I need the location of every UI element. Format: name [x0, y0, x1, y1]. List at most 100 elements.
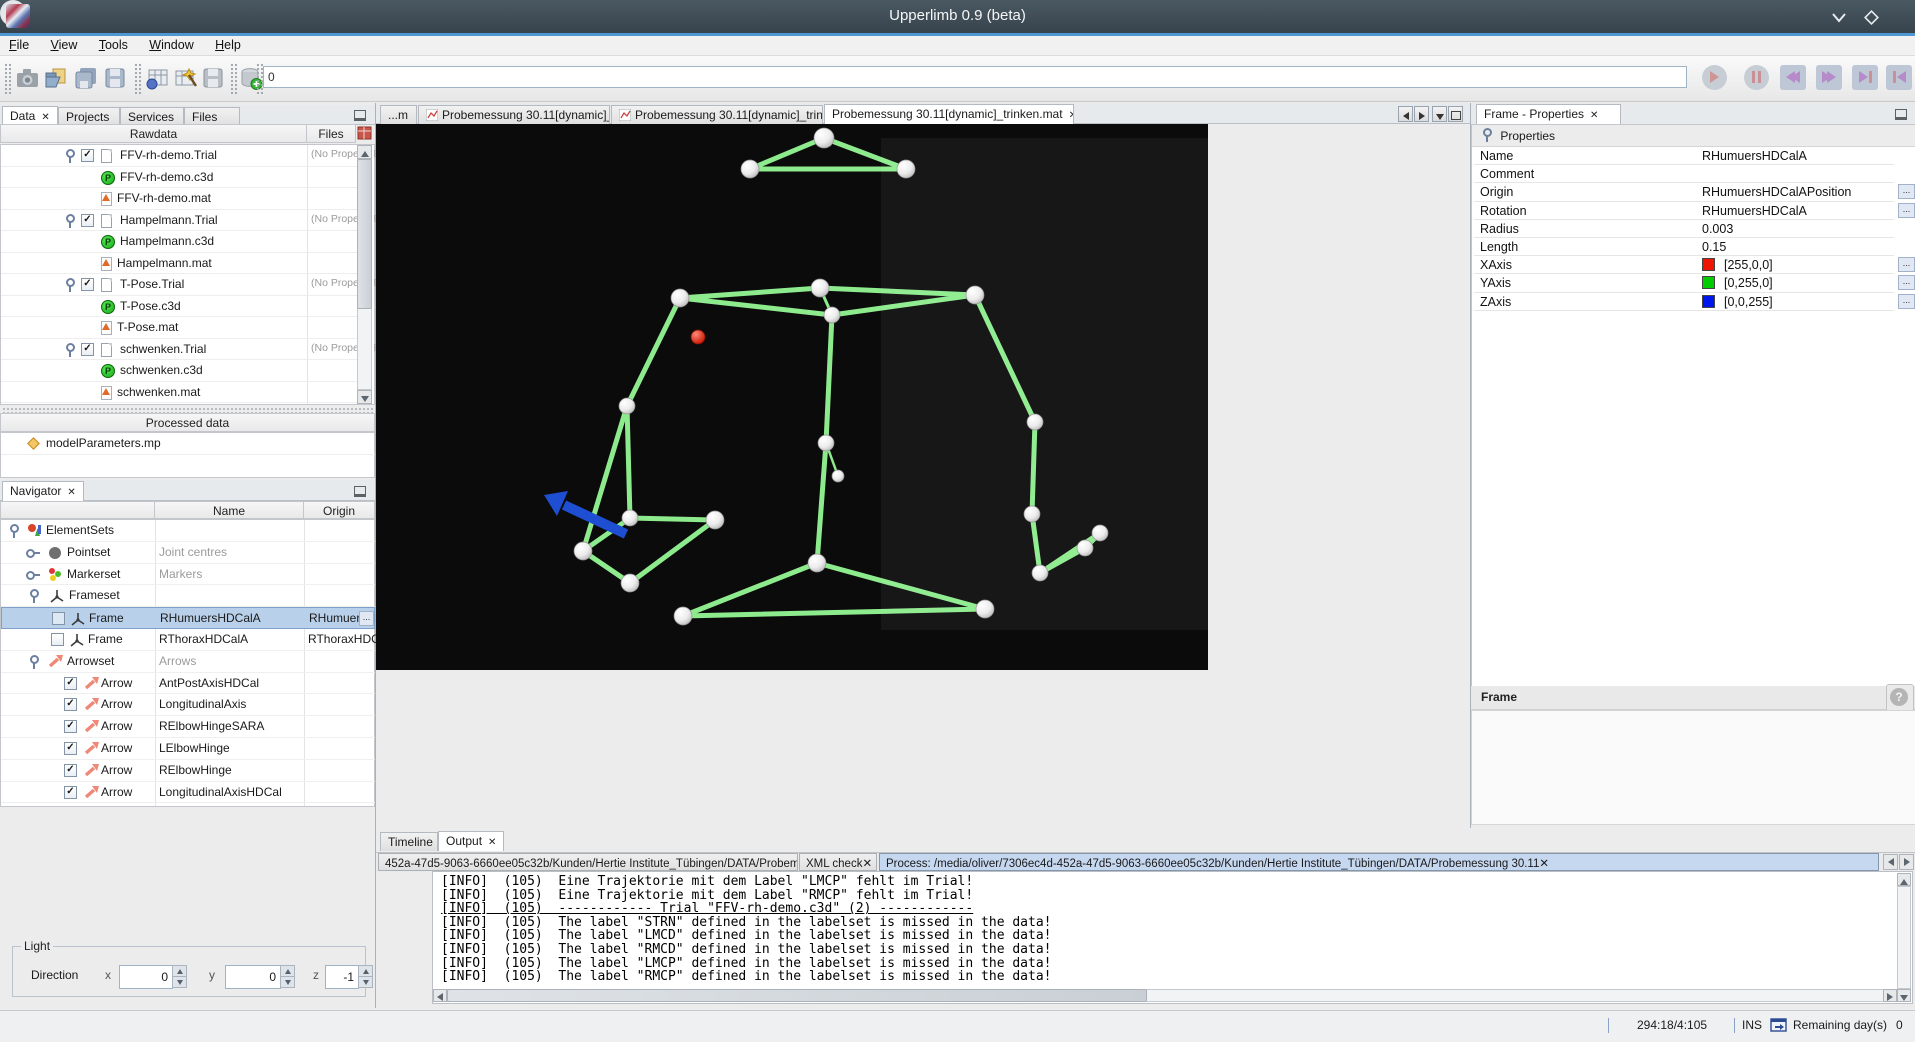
title-bar[interactable]: Upperlimb 0.9 (beta) ✕ [0, 0, 1915, 33]
tree-row[interactable]: ✓ Arrow RElbowHinge [1, 760, 375, 782]
light-x-field[interactable]: 0 [119, 965, 173, 989]
property-row[interactable]: Comment [1474, 165, 1894, 183]
row-checkbox[interactable]: ✓ [64, 742, 77, 755]
expander-key-icon[interactable] [1482, 127, 1491, 143]
tree-row[interactable]: Markerset Markers [1, 564, 375, 586]
tree-row[interactable]: ✓ Arrow LElbowHinge [1, 738, 375, 760]
doc-tab[interactable]: Probemessung 30.11[dynamic]_trinken✕ [418, 105, 610, 124]
toolbar-drag-handle[interactable] [134, 63, 141, 94]
window-minimize-icon[interactable] [1828, 6, 1850, 28]
property-value[interactable]: [0,255,0] [1724, 276, 1773, 290]
tree-row[interactable]: FFV-rh-demo.mat [1, 188, 357, 210]
close-icon[interactable]: ✕ [1590, 110, 1598, 121]
tab-frame-properties[interactable]: Frame - Properties✕ [1476, 104, 1621, 124]
minimize-panel-icon[interactable] [354, 110, 366, 121]
tree-row[interactable]: ✓ schwenken.Trial (No Property Editor) [1, 339, 357, 361]
tree-row[interactable]: P schwenken.c3d [1, 360, 357, 382]
scroll-up-button[interactable] [1897, 873, 1911, 886]
tree-row[interactable]: ✓ Arrow LongitudinalAxisHDCal [1, 782, 375, 804]
table-customize-icon[interactable] [355, 124, 375, 143]
property-row[interactable]: YAxis [0,255,0] ... [1474, 274, 1894, 292]
nav-column-name[interactable]: Name [154, 501, 304, 519]
tab-data[interactable]: Data✕ [2, 106, 58, 126]
light-y-spinner[interactable] [280, 965, 295, 989]
menu-help[interactable]: Help [206, 36, 250, 52]
export-save-icon[interactable] [200, 65, 226, 91]
scroll-left-button[interactable] [433, 989, 447, 1002]
scroll-right-button[interactable] [1883, 989, 1897, 1002]
skip-to-end-button[interactable] [1852, 65, 1878, 90]
property-row[interactable]: Name RHumuersHDCalA [1474, 147, 1894, 165]
tree-row[interactable]: ElementSets [1, 520, 375, 542]
skip-to-start-button[interactable] [1886, 65, 1912, 90]
tree-row[interactable]: ✓ Arrow RElbowHingeSARA [1, 716, 375, 738]
scroll-up-button[interactable] [357, 145, 372, 159]
close-icon[interactable]: ✕ [1069, 110, 1074, 121]
toolbar-drag-handle[interactable] [4, 63, 11, 94]
tree-row[interactable]: modelParameters.mp [1, 433, 375, 455]
frame-number-input[interactable] [263, 66, 1687, 88]
tab-scroll-left-icon[interactable] [1883, 854, 1898, 870]
tree-row[interactable]: Pointset Joint centres [1, 542, 375, 564]
row-checkbox[interactable]: ✓ [81, 278, 94, 291]
property-value[interactable]: RHumuersHDCalA [1702, 204, 1807, 218]
import-table-icon[interactable] [144, 65, 170, 91]
tree-row[interactable]: ✓ T-Pose.Trial (No Property Editor) [1, 274, 357, 296]
properties-section-header[interactable]: Properties [1472, 125, 1915, 147]
origin-editor-button[interactable]: ... [359, 611, 374, 626]
value-editor-button[interactable]: ... [1898, 184, 1915, 199]
scroll-down-button[interactable] [1897, 989, 1911, 1002]
tree-row[interactable]: ✓ Hampelmann.Trial (No Property Editor) [1, 210, 357, 232]
row-checkbox[interactable]: ✓ [64, 720, 77, 733]
minimize-panel-icon[interactable] [1895, 109, 1907, 120]
3d-viewport[interactable] [376, 124, 1208, 670]
tree-row[interactable]: Arrowset Arrows [1, 651, 375, 673]
tab-scroll-left-icon[interactable] [1398, 106, 1413, 122]
doc-tab-truncated[interactable]: ...m [380, 105, 417, 124]
light-z-spinner[interactable] [358, 965, 373, 989]
menu-window[interactable]: Window [140, 36, 202, 52]
save-icon[interactable] [102, 65, 128, 91]
scrollbar-thumb[interactable] [447, 989, 1147, 1002]
tab-scroll-right-icon[interactable] [1899, 854, 1914, 870]
nav-column-tree[interactable] [0, 501, 155, 519]
close-icon[interactable]: ✕ [41, 112, 49, 123]
doc-tab-active[interactable]: Probemessung 30.11[dynamic]_trinken.mat✕ [824, 104, 1074, 124]
save-all-icon[interactable] [73, 65, 99, 91]
tree-row[interactable]: Frame RThoraxHDCalA RThoraxHDCalAPositi.… [1, 629, 375, 651]
scrollbar-thumb[interactable] [357, 159, 372, 309]
snapshot-camera-icon[interactable] [15, 65, 41, 91]
property-value[interactable]: [255,0,0] [1724, 258, 1773, 272]
row-checkbox[interactable]: ✓ [81, 214, 94, 227]
help-button[interactable]: ? [1886, 684, 1914, 712]
tree-row[interactable]: ✓ FFV-rh-demo.Trial (No Property Editor) [1, 145, 357, 167]
toolbar-drag-handle[interactable] [230, 63, 237, 94]
light-x-spinner[interactable] [172, 965, 187, 989]
expander-key-icon[interactable] [65, 277, 74, 293]
files-column-header[interactable]: Files [306, 124, 356, 143]
tree-row-selected[interactable]: Frame RHumuersHDCalA RHumuersHDCalAPo...… [1, 607, 375, 629]
tree-row[interactable]: T-Pose.mat [1, 317, 357, 339]
row-checkbox[interactable]: ✓ [64, 764, 77, 777]
expander-key-icon[interactable] [65, 213, 74, 229]
tab-list-dropdown-icon[interactable] [1432, 106, 1447, 122]
tree-row[interactable]: schwenken.mat [1, 382, 357, 404]
close-icon[interactable]: ✕ [67, 487, 75, 498]
rewind-button[interactable] [1780, 65, 1806, 90]
property-row[interactable]: Length 0.15 [1474, 238, 1894, 256]
row-checkbox[interactable]: ✓ [64, 677, 77, 690]
toolbar-drag-handle[interactable] [256, 63, 263, 94]
menu-view[interactable]: View [42, 36, 87, 52]
value-editor-button[interactable]: ... [1898, 294, 1915, 309]
tab-scroll-right-icon[interactable] [1414, 106, 1429, 122]
close-icon[interactable]: ✕ [862, 858, 872, 870]
menu-file[interactable]: File [0, 36, 38, 52]
property-value[interactable]: 0.003 [1702, 222, 1733, 236]
value-editor-button[interactable]: ... [1898, 275, 1915, 290]
property-row[interactable]: Radius 0.003 [1474, 220, 1894, 238]
expander-key-icon[interactable] [29, 654, 38, 670]
property-row[interactable]: Origin RHumuersHDCalAPosition ... [1474, 183, 1894, 201]
wizard-table-icon[interactable] [172, 65, 198, 91]
light-y-field[interactable]: 0 [225, 965, 281, 989]
property-value[interactable]: RHumuersHDCalA [1702, 149, 1807, 163]
